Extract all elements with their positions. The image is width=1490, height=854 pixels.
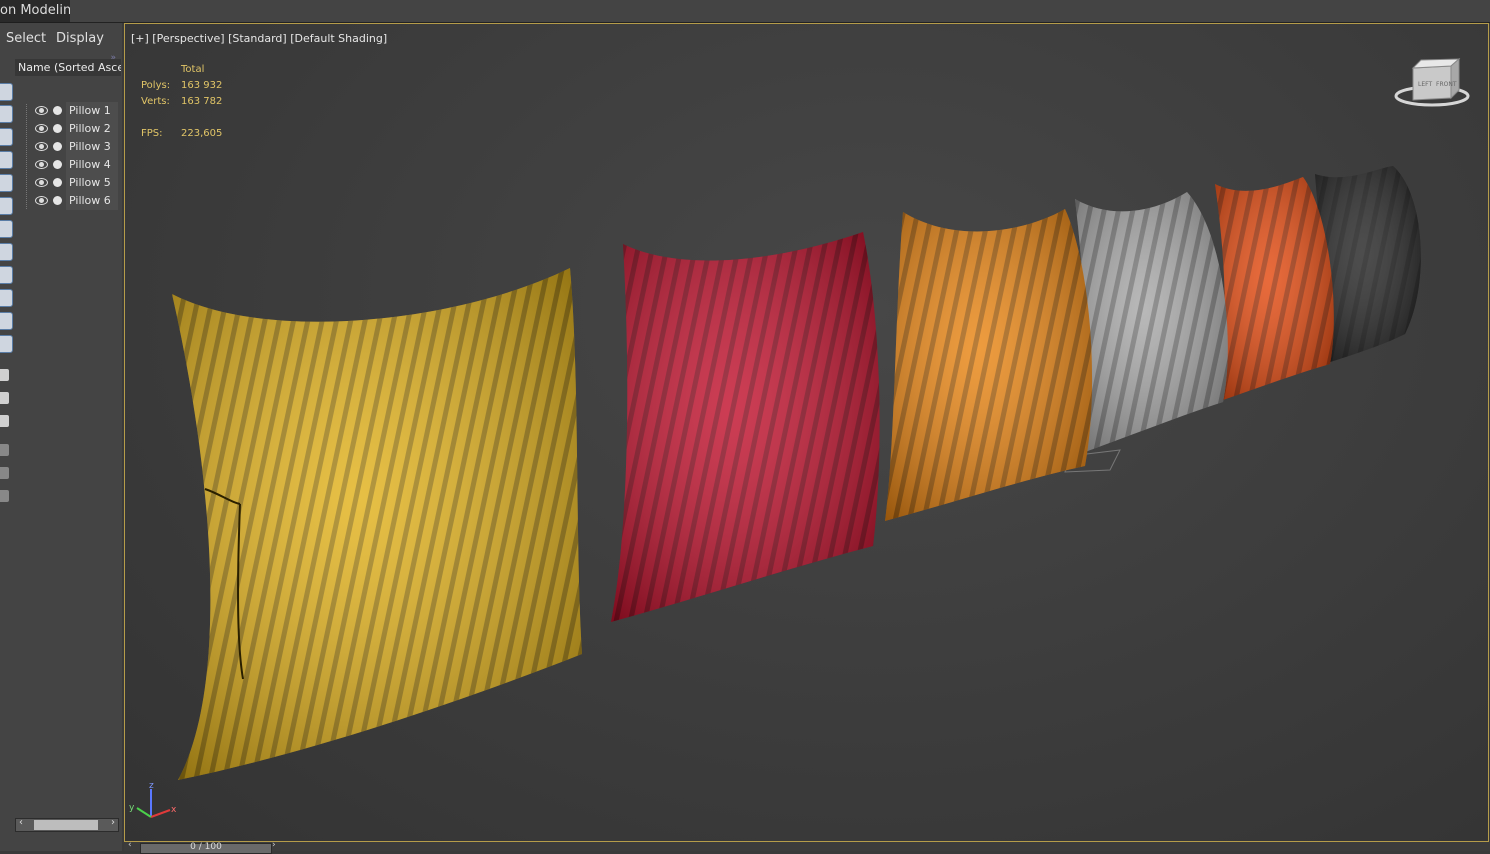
pillow-3[interactable] [885,209,1093,521]
top-toolbar [70,0,1490,23]
visibility-eye-icon[interactable] [35,178,48,187]
filter-icon[interactable] [0,467,9,479]
list-item[interactable]: Pillow 4 [30,156,118,174]
select-menu[interactable]: Select [6,31,46,46]
visibility-eye-icon[interactable] [35,160,48,169]
document-icon[interactable] [0,415,9,427]
axis-x-label: x [171,805,177,815]
object-name: Pillow 1 [66,102,118,120]
helpers-filter-icon[interactable] [0,174,13,192]
list-item[interactable]: Pillow 6 [30,192,118,210]
tree-connector [26,104,28,209]
xrefs-filter-icon[interactable] [0,243,13,261]
object-dot-icon [53,196,62,205]
clipboard-icon[interactable] [0,490,9,502]
axis-y-label: y [129,803,135,813]
stats-total-header: Total [181,64,205,75]
stats-polys-label: Polys: [141,80,171,91]
object-dot-icon [53,124,62,133]
stats-verts-value: 163 782 [181,96,223,107]
visibility-eye-icon[interactable] [35,196,48,205]
cameras-filter-icon[interactable] [0,151,13,169]
list-icon[interactable] [0,369,9,381]
visibility-eye-icon[interactable] [35,142,48,151]
spacewarps-filter-icon[interactable] [0,197,13,215]
stats-fps-value: 223,605 [181,128,223,139]
stats-polys-value: 163 932 [181,80,223,91]
bones-filter-icon[interactable] [0,266,13,284]
viewcube[interactable]: LEFT FRONT [1394,57,1470,107]
object-dot-icon [53,142,62,151]
shapes-filter-icon[interactable] [0,105,13,123]
stats-fps-label: FPS: [141,128,163,139]
explorer-horizontal-scrollbar[interactable]: ‹ › [15,817,119,832]
lights-filter-icon[interactable] [0,128,13,146]
list-item[interactable]: Pillow 3 [30,138,118,156]
object-name: Pillow 2 [66,120,118,138]
pillow-2[interactable] [611,232,880,622]
viewcube-front-face[interactable]: FRONT [1436,81,1457,88]
scroll-right-icon[interactable]: › [111,817,115,828]
hidden-filter-icon[interactable] [0,335,13,353]
viewcube-left-face[interactable]: LEFT [1418,81,1432,88]
display-menu[interactable]: Display [56,31,104,46]
stats-verts-label: Verts: [141,96,170,107]
axis-z-label: z [149,781,154,791]
list-item[interactable]: Pillow 5 [30,174,118,192]
time-slider-thumb[interactable]: 0 / 100 [140,842,272,854]
sphere-filter-icon[interactable] [0,83,13,101]
time-next-icon[interactable]: › [272,840,276,850]
object-dot-icon [53,106,62,115]
name-column-header[interactable]: Name (Sorted Ascending) [15,59,121,76]
groups-filter-icon[interactable] [0,220,13,238]
time-slider[interactable]: ‹ 0 / 100 › [124,840,1490,854]
object-name: Pillow 6 [66,192,118,210]
pillow-5[interactable] [1215,177,1334,402]
viewport-scene: z y x LEFT FRONT [129,57,1470,818]
object-name: Pillow 5 [66,174,118,192]
gear-icon[interactable] [0,444,9,456]
object-name: Pillow 3 [66,138,118,156]
visibility-eye-icon[interactable] [35,124,48,133]
object-dot-icon [53,178,62,187]
scrollbar-thumb[interactable] [34,820,98,830]
object-dot-icon [53,160,62,169]
viewport-label-menu[interactable]: [+] [Perspective] [Standard] [Default Sh… [131,32,387,45]
list-item[interactable]: Pillow 2 [30,120,118,138]
containers-filter-icon[interactable] [0,289,13,307]
square-icon[interactable] [0,392,9,404]
object-name: Pillow 4 [66,156,118,174]
time-prev-icon[interactable]: ‹ [128,840,132,850]
list-item[interactable]: Pillow 1 [30,102,118,120]
scene-explorer-menu: Select Display [0,31,122,53]
scroll-left-icon[interactable]: ‹ [19,817,23,828]
frozen-filter-icon[interactable] [0,312,13,330]
axis-gizmo: z y x [129,781,177,818]
pillow-1[interactable] [172,268,582,780]
visibility-eye-icon[interactable] [35,106,48,115]
perspective-viewport[interactable]: z y x LEFT FRONT [+] [Perspective] [Stan… [124,23,1489,842]
